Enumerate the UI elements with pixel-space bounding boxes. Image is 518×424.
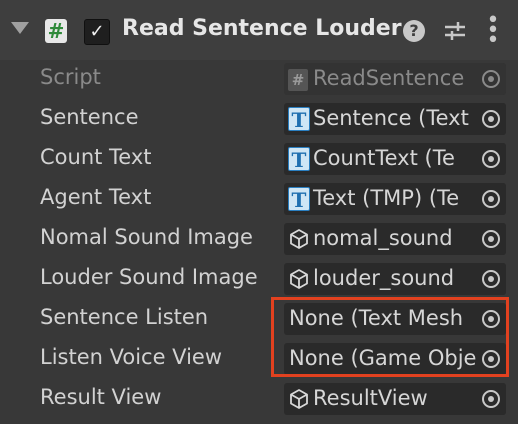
object-field-count-text[interactable]: T CountText (Te (284, 143, 506, 175)
property-row-agent-text: Agent Text T Text (TMP) (Te (0, 179, 518, 219)
object-field-value: Text (TMP) (Te (313, 186, 460, 210)
object-field-result-view[interactable]: ResultView (284, 383, 506, 415)
component-header: # ✓ Read Sentence Louder ? • • • (0, 0, 518, 60)
object-field-script: # ReadSentence (284, 63, 506, 95)
property-row-count-text: Count Text T CountText (Te (0, 139, 518, 179)
textmeshpro-icon: T (288, 187, 310, 212)
property-label: Result View (40, 385, 162, 409)
object-field-sentence-listen[interactable]: None (Text Mesh (284, 303, 506, 335)
property-label: Script (40, 65, 101, 89)
object-picker-button[interactable] (476, 263, 506, 295)
property-row-nomal-sound-image: Nomal Sound Image nomal_sound (0, 219, 518, 259)
property-label: Louder Sound Image (40, 265, 258, 289)
object-field-listen-voice-view[interactable]: None (Game Obje (284, 343, 506, 375)
property-row-sentence-listen: Sentence Listen None (Text Mesh (0, 299, 518, 339)
object-picker-target-icon (482, 190, 500, 208)
object-field-nomal-sound-image[interactable]: nomal_sound (284, 223, 506, 255)
component-title: Read Sentence Louder (122, 16, 402, 41)
object-field-louder-sound-image[interactable]: louder_sound (284, 263, 506, 295)
textmeshpro-icon: T (288, 107, 310, 132)
property-label: Listen Voice View (40, 345, 223, 369)
object-field-value: louder_sound (313, 266, 455, 290)
context-menu-icon[interactable]: • • • (486, 10, 500, 52)
property-label: Sentence Listen (40, 305, 209, 329)
object-picker-button (476, 63, 506, 95)
textmeshpro-icon: T (288, 147, 310, 172)
object-picker-button[interactable] (476, 343, 506, 375)
property-row-listen-voice-view: Listen Voice View None (Game Obje (0, 339, 518, 379)
object-picker-button[interactable] (476, 303, 506, 335)
gameobject-cube-icon (289, 388, 309, 410)
property-row-sentence: Sentence T Sentence (Text (0, 99, 518, 139)
object-field-value: ReadSentence (313, 66, 465, 90)
object-picker-target-icon (482, 150, 500, 168)
object-picker-button[interactable] (476, 223, 506, 255)
gameobject-cube-icon (289, 268, 309, 290)
help-icon[interactable]: ? (403, 20, 425, 42)
object-picker-button[interactable] (476, 383, 506, 415)
object-field-sentence[interactable]: T Sentence (Text (284, 103, 506, 135)
property-label: Agent Text (40, 185, 152, 209)
object-picker-target-icon (482, 270, 500, 288)
object-field-value: None (Game Obje (289, 346, 477, 370)
object-picker-target-icon (482, 390, 500, 408)
property-row-result-view: Result View ResultView (0, 379, 518, 419)
presets-sliders-icon[interactable] (443, 20, 467, 42)
gameobject-cube-icon (289, 228, 309, 250)
component-enabled-checkbox[interactable]: ✓ (84, 19, 110, 45)
object-picker-target-icon (482, 110, 500, 128)
property-row-script: Script # ReadSentence (0, 59, 518, 99)
foldout-arrow-icon[interactable] (11, 22, 29, 34)
object-field-value: nomal_sound (313, 226, 453, 250)
object-picker-button[interactable] (476, 183, 506, 215)
object-picker-target-icon (482, 350, 500, 368)
property-label: Count Text (40, 145, 152, 169)
property-label: Nomal Sound Image (40, 225, 253, 249)
object-field-value: Sentence (Text (313, 106, 469, 130)
object-field-value: None (Text Mesh (289, 306, 464, 330)
object-picker-button[interactable] (476, 103, 506, 135)
object-picker-target-icon (482, 310, 500, 328)
object-picker-button[interactable] (476, 143, 506, 175)
property-row-louder-sound-image: Louder Sound Image louder_sound (0, 259, 518, 299)
object-field-value: CountText (Te (313, 146, 455, 170)
object-field-agent-text[interactable]: T Text (TMP) (Te (284, 183, 506, 215)
script-hash-icon: # (288, 69, 308, 91)
object-picker-target-icon (482, 230, 500, 248)
object-field-value: ResultView (313, 386, 428, 410)
script-component-icon: # (45, 19, 67, 43)
property-label: Sentence (40, 105, 139, 129)
object-picker-target-icon (482, 70, 500, 88)
